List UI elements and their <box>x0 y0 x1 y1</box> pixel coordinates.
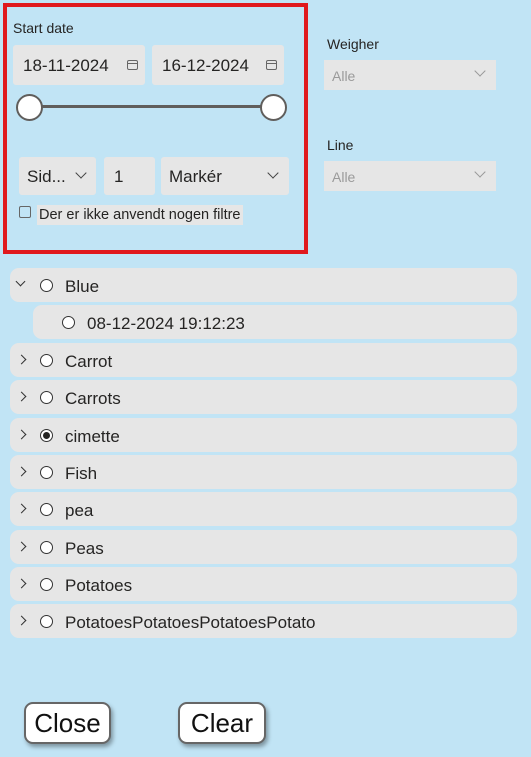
radio-button[interactable] <box>40 578 53 591</box>
relative-count-input[interactable]: 1 <box>104 157 155 195</box>
relative-count-value: 1 <box>114 167 124 186</box>
date-slicer-title: Start date <box>13 20 74 36</box>
tree-item-blue[interactable]: Blue <box>10 268 517 302</box>
weigher-label: Weigher <box>327 36 379 52</box>
chevron-right-icon[interactable] <box>16 578 27 589</box>
clear-button[interactable]: Clear <box>178 702 266 744</box>
close-button[interactable]: Close <box>24 702 111 744</box>
chevron-down-icon <box>267 167 279 179</box>
tree-item-potatoes[interactable]: Potatoes <box>10 567 517 601</box>
radio-button[interactable] <box>62 316 75 329</box>
line-dropdown[interactable]: Alle <box>324 161 496 191</box>
tree-item-pea[interactable]: pea <box>10 492 517 526</box>
radio-button[interactable] <box>40 615 53 628</box>
relative-unit-dropdown[interactable]: Markér <box>161 157 289 195</box>
radio-button[interactable] <box>40 466 53 479</box>
chevron-down-icon <box>474 65 486 77</box>
tree-item-label: cimette <box>65 427 120 446</box>
radio-button[interactable] <box>40 503 53 516</box>
tree-item-label: Carrot <box>65 352 113 371</box>
tree-item-potatoes-long[interactable]: PotatoesPotatoesPotatoesPotato <box>10 604 517 638</box>
tree-item-carrots[interactable]: Carrots <box>10 380 517 414</box>
chevron-right-icon[interactable] <box>16 541 27 552</box>
tree-item-fish[interactable]: Fish <box>10 455 517 489</box>
chevron-down-icon <box>474 166 486 178</box>
slider-start-handle[interactable] <box>16 94 43 121</box>
date-range-slider-track[interactable] <box>29 105 274 108</box>
start-date-input[interactable]: 18-11-2024 <box>13 45 145 85</box>
tree-item-label: Potatoes <box>65 576 133 595</box>
chevron-right-icon[interactable] <box>16 615 27 626</box>
chevron-down-icon[interactable] <box>15 276 26 287</box>
radio-button-selected[interactable] <box>40 429 53 442</box>
tree-item-label: 08-12-2024 19:12:23 <box>87 314 245 333</box>
chevron-right-icon[interactable] <box>16 429 27 440</box>
chevron-down-icon <box>75 167 87 179</box>
tree-item-label: pea <box>65 501 94 520</box>
relative-filter-type-dropdown[interactable]: Sid... <box>19 157 96 195</box>
no-filter-message: Der er ikke anvendt nogen filtre <box>37 205 243 225</box>
end-date-value: 16-12-2024 <box>162 56 249 75</box>
start-date-value: 18-11-2024 <box>23 56 109 75</box>
calendar-icon[interactable] <box>266 60 277 70</box>
tree-item-carrot[interactable]: Carrot <box>10 343 517 377</box>
chevron-right-icon[interactable] <box>16 391 27 402</box>
tree-item-cimette[interactable]: cimette <box>10 418 517 452</box>
line-label: Line <box>327 137 354 153</box>
end-date-input[interactable]: 16-12-2024 <box>152 45 284 85</box>
chevron-right-icon[interactable] <box>16 354 27 365</box>
tree-item-label: Peas <box>65 539 104 558</box>
calendar-icon[interactable] <box>127 60 138 70</box>
weigher-value: Alle <box>332 68 356 84</box>
chevron-right-icon[interactable] <box>16 466 27 477</box>
relative-filter-type-value: Sid... <box>27 167 66 186</box>
slider-end-handle[interactable] <box>260 94 287 121</box>
tree-item-label: Blue <box>65 277 100 296</box>
chevron-right-icon[interactable] <box>16 503 27 514</box>
filter-calendar-icon <box>19 206 31 218</box>
relative-unit-value: Markér <box>169 167 222 186</box>
radio-button[interactable] <box>40 391 53 404</box>
line-value: Alle <box>332 169 356 185</box>
radio-button[interactable] <box>40 541 53 554</box>
tree-item-peas[interactable]: Peas <box>10 530 517 564</box>
weigher-dropdown[interactable]: Alle <box>324 60 496 90</box>
tree-child-item[interactable]: 08-12-2024 19:12:23 <box>33 305 517 339</box>
tree-item-label: Fish <box>65 464 98 483</box>
radio-button[interactable] <box>40 279 53 292</box>
radio-button[interactable] <box>40 354 53 367</box>
tree-item-label: Carrots <box>65 389 121 408</box>
tree-item-label: PotatoesPotatoesPotatoesPotato <box>65 613 316 632</box>
